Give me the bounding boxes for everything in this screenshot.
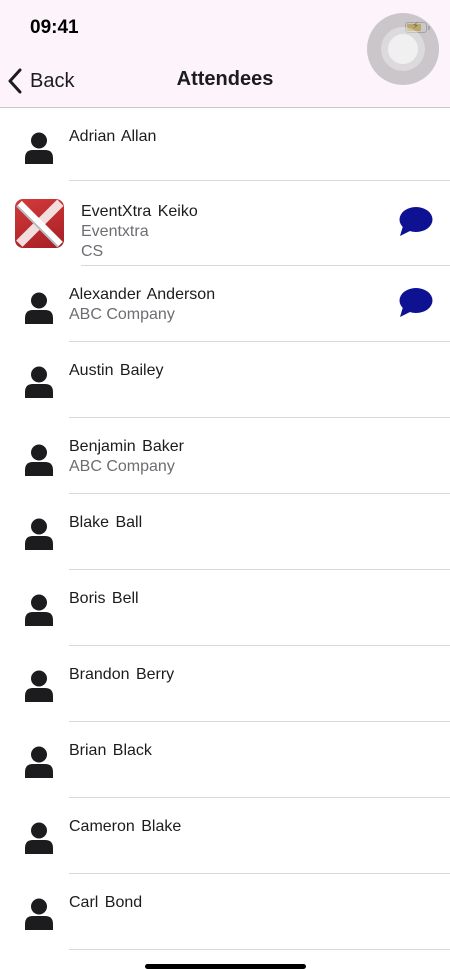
attendee-row[interactable]: Boris Bell (0, 570, 450, 646)
person-icon (25, 132, 53, 164)
attendee-row[interactable]: Alexander Anderson ABC Company (0, 266, 450, 342)
person-icon (25, 444, 53, 476)
attendee-row[interactable]: EventXtra Keiko Eventxtra CS (0, 181, 450, 266)
attendee-department: CS (81, 243, 104, 260)
attendee-name: Brandon Berry (69, 666, 175, 683)
chat-bubble-icon[interactable] (399, 207, 433, 237)
attendee-row[interactable]: Blake Ball (0, 494, 450, 570)
attendee-name: Blake Ball (69, 514, 143, 531)
attendee-name: Austin Bailey (69, 362, 164, 379)
eventxtra-logo-icon (15, 199, 64, 248)
attendee-name: Benjamin Baker (69, 438, 184, 455)
attendee-company: ABC Company (69, 306, 175, 323)
attendee-name: Brian Black (69, 742, 152, 759)
attendee-company: Eventxtra (81, 223, 149, 240)
attendee-name: Cameron Blake (69, 818, 182, 835)
page-title: Attendees (176, 68, 274, 90)
person-icon (25, 366, 53, 398)
attendee-name: EventXtra Keiko (81, 203, 198, 220)
attendee-row[interactable]: Cameron Blake (0, 798, 450, 874)
person-icon (25, 594, 53, 626)
person-icon (25, 822, 53, 854)
attendee-row[interactable]: Austin Bailey (0, 342, 450, 418)
attendee-name: Alexander Anderson (69, 286, 216, 303)
person-icon (25, 670, 53, 702)
attendee-row[interactable]: Carl Bond (0, 874, 450, 950)
person-icon (25, 898, 53, 930)
attendee-row[interactable]: Adrian Allan (0, 108, 450, 181)
home-indicator (145, 964, 306, 969)
attendee-name: Carl Bond (69, 894, 143, 911)
attendee-row[interactable]: Brian Black (0, 722, 450, 798)
navigation-bar: 09:41 ⚡ Back Attendees (0, 0, 450, 108)
chat-bubble-icon[interactable] (399, 288, 433, 318)
row-separator (69, 949, 450, 950)
attendee-name: Adrian Allan (69, 128, 157, 145)
person-icon (25, 292, 53, 324)
person-icon (25, 746, 53, 778)
person-icon (25, 518, 53, 550)
attendee-row[interactable]: Brandon Berry (0, 646, 450, 722)
attendee-row[interactable]: Benjamin Baker ABC Company (0, 418, 450, 494)
attendee-company: ABC Company (69, 458, 175, 475)
attendee-name: Boris Bell (69, 590, 139, 607)
status-time: 09:41 (30, 17, 79, 38)
